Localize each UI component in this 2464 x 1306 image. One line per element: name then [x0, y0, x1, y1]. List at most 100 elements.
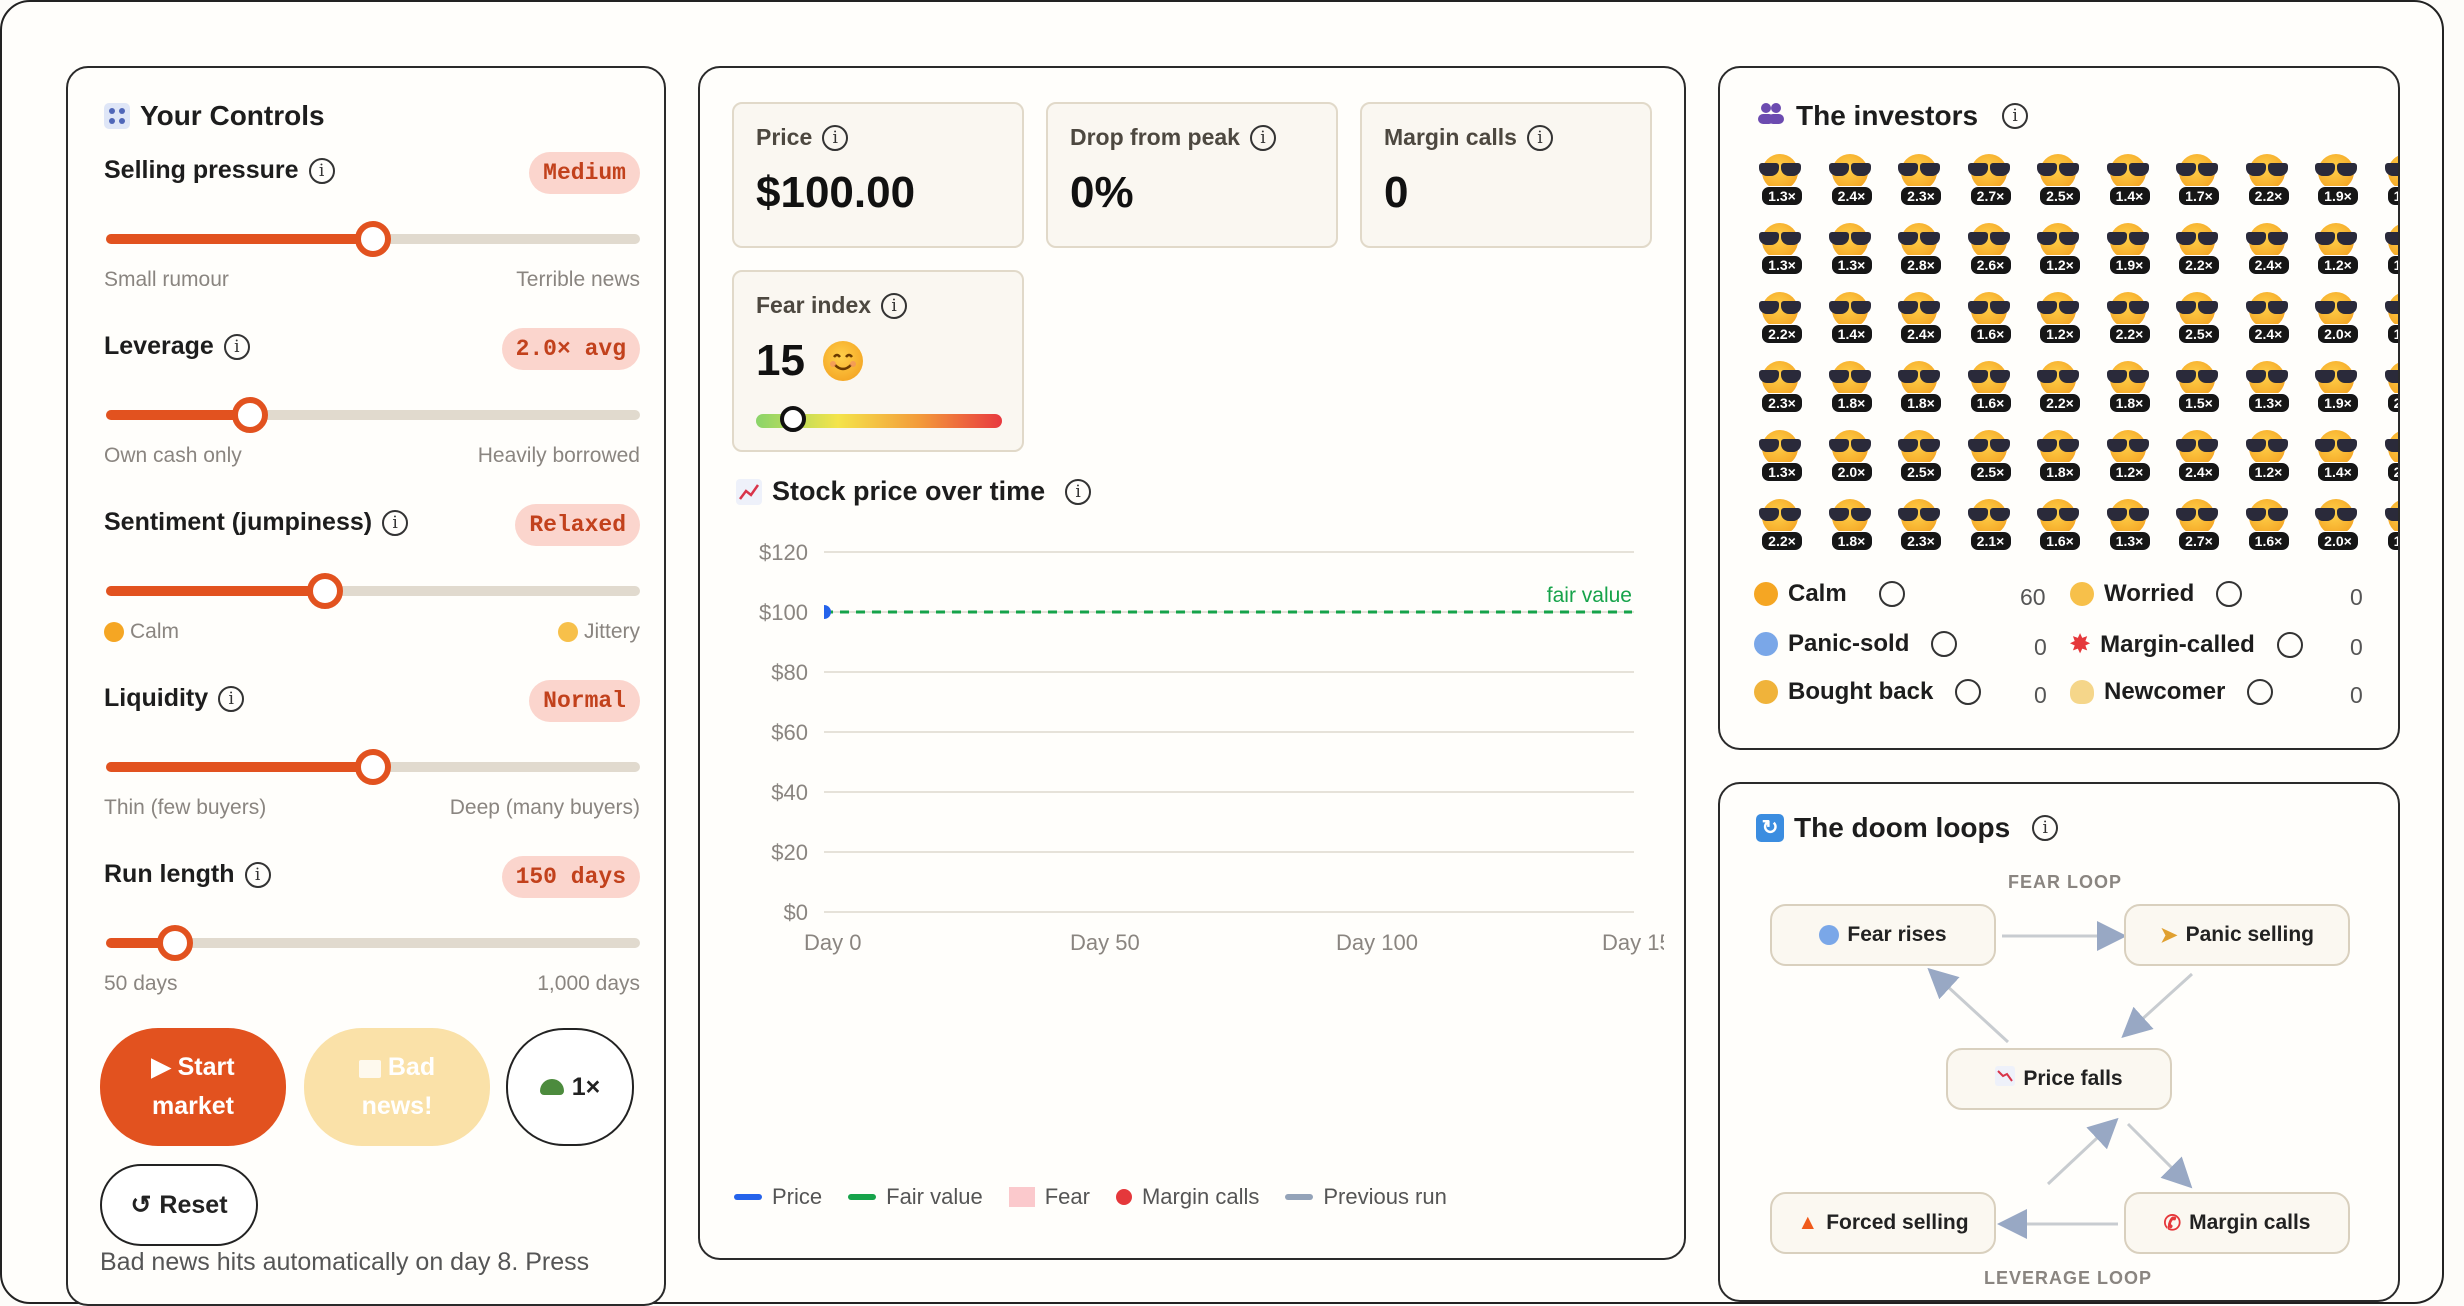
leverage-multiplier-badge: 1.8×: [1900, 393, 1942, 413]
info-icon[interactable]: i: [1526, 124, 1553, 151]
info-icon[interactable]: i: [2002, 103, 2029, 129]
sunglasses-icon: [2383, 163, 2398, 176]
price-falls-node: Price falls: [1946, 1048, 2172, 1110]
margin-called-ring-icon: [2276, 631, 2303, 658]
slider-thumb[interactable]: [232, 397, 269, 433]
screaming-face-icon: [1819, 925, 1840, 945]
drop-from-peak-card: Drop from peak i 0%: [1046, 102, 1338, 248]
leverage-label-text: Leverage: [104, 332, 214, 360]
leverage-multiplier-badge: 1.3×: [2247, 393, 2290, 413]
sunglasses-icon: [2313, 163, 2359, 176]
slider-fill: [106, 234, 373, 244]
legend-worried: Worried: [2070, 580, 2243, 608]
leverage-multiplier-badge: 1.8×: [1830, 393, 1873, 413]
leverage-multiplier-badge: 1.7×: [2178, 186, 2220, 206]
leverage-multiplier-badge: 2.2×: [2178, 255, 2220, 275]
bought-back-count: 0: [2034, 682, 2047, 708]
bought-back-ring-icon: [1955, 679, 1982, 705]
leverage-multiplier-badge: 2.4×: [1830, 186, 1873, 206]
run-length-badge: 150 days: [501, 856, 640, 898]
leverage-multiplier-badge: 1.5×: [2386, 255, 2398, 275]
leverage-multiplier-badge: 2.7×: [1969, 186, 2012, 206]
liquidity-label: Liquidity i: [104, 684, 245, 713]
slider-thumb[interactable]: [157, 925, 194, 961]
fear-rises-label: Fear rises: [1847, 923, 1947, 946]
info-icon[interactable]: i: [223, 333, 250, 360]
liquidity-badge: Normal: [529, 680, 640, 722]
slider-thumb[interactable]: [355, 749, 391, 785]
panic-selling-label: Panic selling: [2185, 923, 2314, 946]
x-tick-label: Day 100: [1336, 930, 1418, 955]
price-point: [824, 605, 831, 619]
investor-avatar: 2.7×: [2173, 499, 2221, 551]
reset-button[interactable]: ↺ Reset: [100, 1164, 258, 1246]
info-icon[interactable]: i: [1065, 478, 1092, 505]
sunglasses-icon: [2313, 439, 2359, 452]
bad-news-button[interactable]: Bad news!: [304, 1028, 490, 1146]
leverage-multiplier-badge: 2.2×: [2247, 186, 2290, 206]
investor-avatar: 1.2×: [2104, 430, 2152, 482]
calm-ring-icon: [1878, 581, 1905, 607]
leverage-multiplier-badge: 1.6×: [2247, 531, 2290, 551]
sunglasses-icon: [2174, 301, 2220, 314]
legend-margin-called: ✸ Margin-called: [2070, 630, 2303, 659]
worried-face-icon: [2070, 582, 2094, 606]
y-tick-label: $80: [771, 660, 808, 685]
fear-gauge-marker: [779, 406, 806, 432]
scale-min-label: Calm: [104, 620, 179, 644]
bad-news-note: Bad news hits automatically on day 8. Pr…: [100, 1248, 590, 1276]
leverage-label: Leverage i: [104, 332, 250, 361]
sunglasses-icon: [2244, 439, 2290, 452]
run-length-slider[interactable]: [106, 925, 640, 961]
sunglasses-icon: [2174, 232, 2220, 245]
sunglasses-icon: [1896, 370, 1942, 383]
start-label-line2: market: [152, 1092, 234, 1120]
sunglasses-icon: [2105, 370, 2151, 383]
panic-ring-icon: [1931, 631, 1958, 657]
leverage-multiplier-badge: 2.4×: [2247, 255, 2290, 275]
margin-label-text: Margin calls: [1384, 124, 1517, 150]
slider-fill: [106, 762, 373, 772]
sunglasses-icon: [2244, 301, 2290, 314]
investor-avatar: 1.4×: [2104, 154, 2152, 206]
scale-max-label: Heavily borrowed: [477, 444, 640, 467]
sunglasses-icon: [2105, 439, 2151, 452]
x-tick-label: Day 0: [804, 930, 861, 955]
slider-thumb[interactable]: [306, 573, 343, 609]
sunglasses-icon: [2383, 301, 2398, 314]
leverage-slider[interactable]: [106, 397, 640, 433]
start-label-line1: Start: [177, 1053, 235, 1082]
legend-bought-back-label: Bought back: [1788, 678, 1934, 705]
slider-thumb[interactable]: [355, 221, 391, 257]
leverage-multiplier-badge: 1.4×: [1830, 324, 1873, 344]
start-market-button[interactable]: ▶ Start market: [100, 1028, 286, 1146]
leverage-multiplier-badge: 1.4×: [2386, 186, 2398, 206]
controls-title: Your Controls: [104, 100, 325, 132]
selling-pressure-slider[interactable]: [106, 221, 640, 257]
leverage-multiplier-badge: 1.3×: [2108, 531, 2151, 551]
info-icon[interactable]: i: [308, 157, 335, 184]
investor-avatar: 1.9×: [2104, 223, 2152, 275]
investor-avatar: 2.4×: [1895, 292, 1943, 344]
info-icon[interactable]: i: [822, 124, 849, 151]
sunglasses-icon: [2174, 163, 2220, 176]
legend-margin-calls: Margin calls: [1115, 1184, 1259, 1210]
sentiment-slider[interactable]: [106, 573, 640, 609]
leverage-multiplier-badge: 1.9×: [2108, 255, 2151, 275]
market-panel: Price i $100.00 Drop from peak i 0% Margin…: [698, 66, 1686, 1260]
fear-value-row: 15: [756, 336, 863, 386]
scale-max-label: 1,000 days: [537, 972, 640, 995]
legend-swatch-fair: [848, 1194, 877, 1200]
info-icon[interactable]: i: [244, 861, 271, 888]
scale-max-label: Terrible news: [516, 268, 640, 291]
leverage-multiplier-badge: 2.8×: [1900, 255, 1942, 275]
investor-avatar: 1.4×: [1826, 292, 1874, 344]
investor-avatar: 1.3×: [1826, 223, 1874, 275]
info-icon[interactable]: i: [881, 292, 908, 319]
legend-swatch-margin: [1115, 1189, 1132, 1205]
info-icon[interactable]: i: [1249, 124, 1276, 151]
liquidity-slider[interactable]: [106, 749, 640, 785]
speed-button[interactable]: 1×: [506, 1028, 634, 1146]
info-icon[interactable]: i: [382, 509, 409, 536]
info-icon[interactable]: i: [218, 685, 245, 712]
